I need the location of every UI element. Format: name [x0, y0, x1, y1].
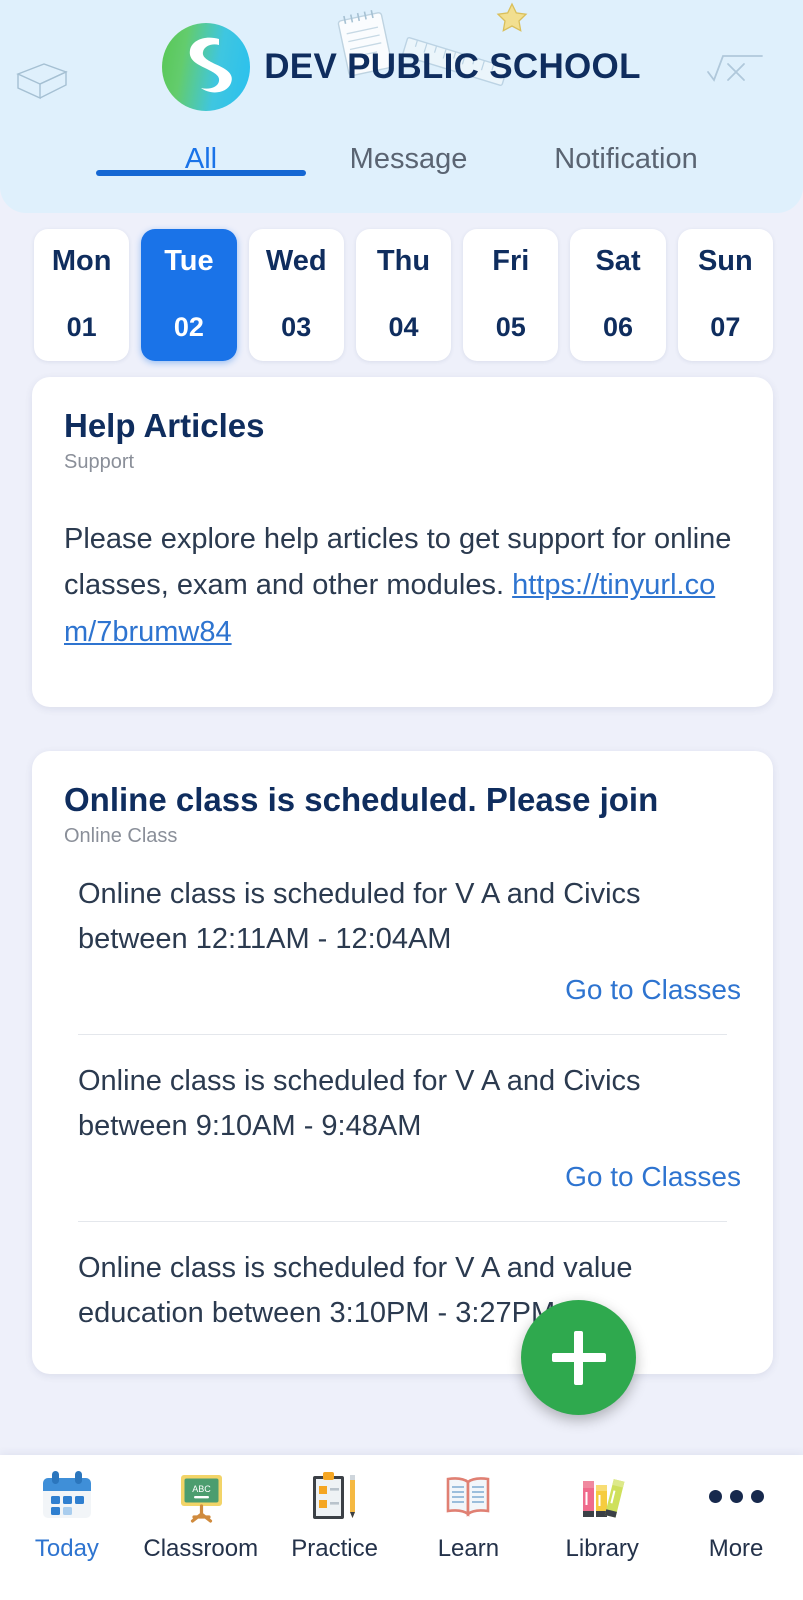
card-online-class[interactable]: Online class is scheduled. Please join O…: [32, 751, 773, 1374]
school-name: DEV PUBLIC SCHOOL: [264, 46, 641, 86]
books-icon: [583, 1479, 625, 1518]
tab-all[interactable]: All: [96, 133, 306, 176]
tab-notification-label: Notification: [554, 143, 698, 175]
open-book-icon: [447, 1477, 490, 1517]
nav-label: More: [708, 1535, 764, 1562]
date-chip-dow: Tue: [164, 245, 214, 277]
class-entry: Online class is scheduled for V A and va…: [64, 1222, 741, 1346]
calendar-icon: [42, 1471, 91, 1518]
card-body: Please explore help articles to get supp…: [64, 516, 741, 655]
card-help-articles[interactable]: Help Articles Support Please explore hel…: [32, 377, 773, 707]
bottom-navigation: Today ABC Classroom Practice Learn Libra…: [0, 1455, 803, 1600]
date-selector: Mon 01 Tue 02 Wed 03 Thu 04 Fri 05 Sat 0…: [0, 213, 803, 361]
nav-label: Learn: [437, 1535, 500, 1562]
class-entry-text: Online class is scheduled for V A and Ci…: [78, 1064, 641, 1142]
date-chip-dow: Mon: [51, 245, 112, 277]
plus-icon: [574, 1330, 583, 1385]
svg-text:ABC: ABC: [192, 1484, 211, 1494]
tab-active-indicator: [96, 170, 306, 176]
go-to-classes-link[interactable]: Go to Classes: [64, 974, 741, 1006]
nav-item-today[interactable]: Today: [0, 1467, 134, 1563]
date-chip-num: 01: [66, 312, 97, 342]
app-header: DEV PUBLIC SCHOOL All Message Notificati…: [0, 0, 803, 213]
nav-label: Today: [34, 1535, 99, 1562]
class-entry-text: Online class is scheduled for V A and Ci…: [78, 877, 641, 955]
nav-label: Library: [565, 1535, 639, 1562]
date-chip-num: 07: [710, 312, 741, 342]
date-chip-dow: Wed: [265, 245, 327, 277]
ellipsis-icon: [708, 1467, 764, 1525]
tab-notification[interactable]: Notification: [511, 133, 741, 176]
chalkboard-abc-icon: ABC: [180, 1475, 222, 1523]
date-chip-dow: Fri: [492, 245, 530, 277]
header-tabs: All Message Notification: [0, 133, 803, 213]
nav-label: Classroom: [143, 1535, 259, 1562]
date-chip-dow: Sat: [595, 245, 641, 277]
date-chip-dow: Sun: [697, 245, 753, 277]
date-chip-wed[interactable]: Wed 03: [248, 229, 344, 361]
date-chip-tue[interactable]: Tue 02: [141, 229, 237, 361]
nav-item-library[interactable]: Library: [535, 1467, 669, 1563]
date-chip-num: 03: [281, 312, 312, 342]
card-title: Help Articles: [64, 407, 265, 444]
date-chip-num: 04: [388, 312, 419, 342]
date-chip-num: 02: [173, 312, 204, 342]
nav-item-more[interactable]: More: [669, 1467, 803, 1563]
go-to-classes-link[interactable]: Go to Classes: [64, 1161, 741, 1193]
clipboard-pencil-icon: [312, 1472, 355, 1519]
date-chip-mon[interactable]: Mon 01: [34, 229, 130, 361]
date-chip-dow: Thu: [376, 245, 431, 277]
class-entry-text: Online class is scheduled for V A and va…: [78, 1251, 633, 1329]
nav-item-learn[interactable]: Learn: [401, 1467, 535, 1563]
date-chip-num: 05: [495, 312, 526, 342]
tab-message[interactable]: Message: [306, 133, 511, 176]
card-subtitle: Support: [64, 450, 135, 473]
date-chip-thu[interactable]: Thu 04: [355, 229, 452, 361]
date-chip-sat[interactable]: Sat 06: [570, 229, 666, 361]
date-chip-num: 06: [603, 312, 634, 342]
school-logo-icon: [162, 22, 251, 111]
card-title: Online class is scheduled. Please join: [64, 781, 659, 818]
notification-feed: Help Articles Support Please explore hel…: [0, 361, 803, 1374]
nav-item-practice[interactable]: Practice: [268, 1467, 402, 1563]
tab-message-label: Message: [349, 143, 468, 175]
card-subtitle: Online Class: [64, 824, 178, 847]
header-title-row: DEV PUBLIC SCHOOL: [0, 0, 803, 133]
nav-label: Practice: [291, 1535, 378, 1562]
class-entry: Online class is scheduled for V A and Ci…: [64, 848, 741, 1016]
date-chip-fri[interactable]: Fri 05: [463, 229, 559, 361]
app-screen: DEV PUBLIC SCHOOL All Message Notificati…: [0, 0, 803, 1600]
nav-item-classroom[interactable]: ABC Classroom: [134, 1467, 268, 1563]
date-chip-sun[interactable]: Sun 07: [677, 229, 773, 361]
add-floating-action-button[interactable]: [521, 1300, 636, 1415]
class-entry: Online class is scheduled for V A and Ci…: [64, 1035, 741, 1203]
